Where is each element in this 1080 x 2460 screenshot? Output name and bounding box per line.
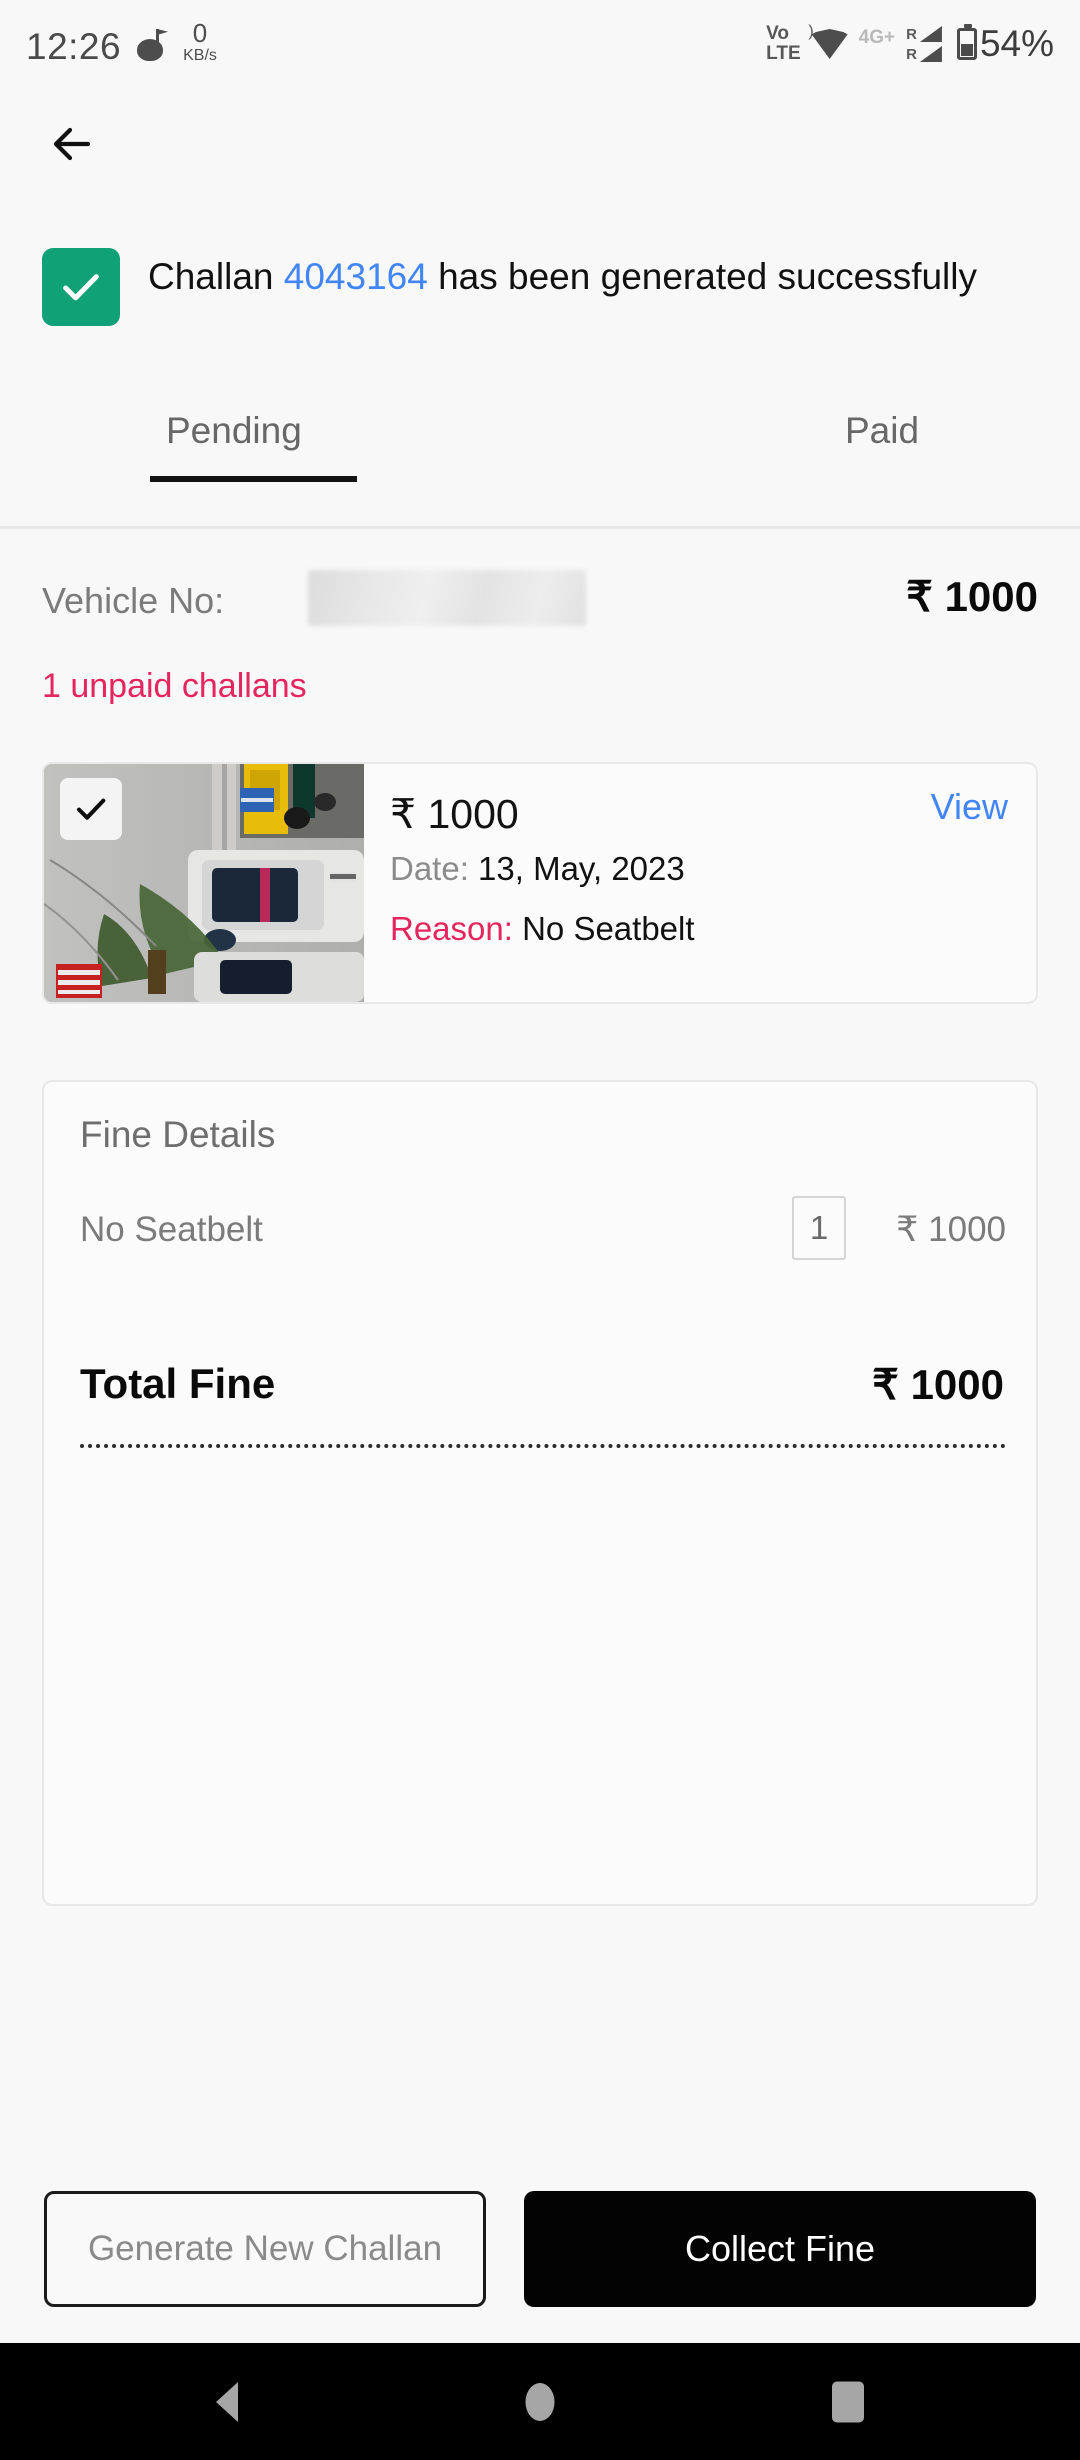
- tab-divider: [0, 526, 1080, 529]
- tab-pending[interactable]: Pending: [166, 410, 302, 452]
- app-screen: 12:26 0 KB/s Vo LTE ) 4G+ R R 54% Challa…: [0, 0, 1080, 2460]
- wifi-icon: [811, 29, 848, 59]
- status-bar-right: Vo LTE ) 4G+ R R 54%: [766, 23, 1054, 65]
- network-type-label: 4G+: [858, 27, 896, 48]
- total-fine-label: Total Fine: [80, 1360, 276, 1407]
- top-app-bar: [0, 96, 1080, 192]
- fine-details-row: No Seatbelt 1 ₹ 1000: [80, 1196, 1006, 1448]
- challan-reason-label: Reason:: [390, 910, 513, 947]
- success-check-box: [42, 248, 120, 326]
- sim1-signal: R: [906, 26, 942, 43]
- nav-recents-icon[interactable]: [832, 2381, 864, 2422]
- fine-details-card: Fine Details No Seatbelt 1 ₹ 1000 Total …: [42, 1080, 1038, 1906]
- fine-details-divider: [80, 1444, 1006, 1448]
- sim1-bars-icon: [919, 26, 942, 42]
- challan-card-info: ₹ 1000 Date: 13, May, 2023 Reason: No Se…: [364, 764, 1036, 1002]
- data-usage-icon: [135, 29, 169, 63]
- fine-item-quantity[interactable]: 1: [792, 1196, 846, 1260]
- challan-date: Date: 13, May, 2023: [390, 850, 1036, 888]
- vehicle-no-redacted: [308, 570, 586, 626]
- sim2-bars-icon: [919, 46, 942, 62]
- tab-bar: Pending Paid: [0, 410, 1080, 528]
- vehicle-no-label: Vehicle No:: [42, 580, 225, 621]
- nav-back-icon[interactable]: [216, 2381, 238, 2422]
- tab-paid[interactable]: Paid: [845, 410, 919, 452]
- view-challan-link[interactable]: View: [931, 786, 1008, 828]
- sim1-roaming-label: R: [906, 25, 917, 43]
- check-icon: [63, 274, 99, 301]
- sim2-signal: R: [906, 46, 942, 63]
- back-button[interactable]: [30, 102, 114, 186]
- success-banner: Challan 4043164 has been generated succe…: [42, 248, 1042, 326]
- battery-icon: [956, 24, 977, 60]
- collect-fine-button[interactable]: Collect Fine: [524, 2191, 1036, 2307]
- challan-number: 4043164: [283, 256, 428, 297]
- volte-bottom-label: LTE: [766, 43, 801, 64]
- status-bar: 12:26 0 KB/s Vo LTE ) 4G+ R R 54%: [0, 0, 1080, 88]
- battery-percent: 54%: [979, 23, 1054, 64]
- status-bar-left: 12:26 0 KB/s: [26, 20, 217, 68]
- arrow-left-icon: [53, 127, 91, 161]
- challan-reason-value: No Seatbelt: [512, 910, 695, 947]
- vehicle-summary-row: Vehicle No: ₹ 1000: [42, 570, 1038, 636]
- success-message: Challan 4043164 has been generated succe…: [148, 248, 977, 326]
- data-speed-unit: KB/s: [183, 47, 217, 64]
- status-clock: 12:26: [26, 26, 122, 67]
- banner-suffix: has been generated successfully: [427, 256, 977, 297]
- vehicle-total-amount: ₹ 1000: [906, 573, 1038, 620]
- check-icon: [76, 798, 106, 820]
- volte-top-label: Vo: [766, 23, 790, 45]
- challan-reason: Reason: No Seatbelt: [390, 910, 1036, 948]
- battery-indicator: 54%: [956, 23, 1054, 65]
- challan-card[interactable]: ₹ 1000 Date: 13, May, 2023 Reason: No Se…: [42, 762, 1038, 1004]
- challan-date-label: Date:: [390, 850, 469, 887]
- sim2-roaming-label: R: [906, 45, 917, 63]
- data-speed-value: 0: [192, 18, 208, 48]
- volte-icon: Vo LTE ): [766, 23, 813, 64]
- fine-item-price: ₹ 1000: [896, 1210, 1006, 1249]
- banner-prefix: Challan: [148, 256, 284, 297]
- data-speed-indicator: 0 KB/s: [183, 20, 217, 64]
- tab-active-indicator: [150, 476, 357, 482]
- system-navigation-bar: [0, 2343, 1080, 2460]
- unpaid-challans-count: 1 unpaid challans: [42, 667, 307, 705]
- total-fine-value: ₹ 1000: [872, 1361, 1004, 1408]
- volte-wave-icon: ): [808, 23, 814, 41]
- fine-item-name: No Seatbelt: [80, 1210, 263, 1249]
- bottom-action-bar: Generate New Challan Collect Fine: [0, 2153, 1080, 2343]
- challan-photo[interactable]: [44, 764, 364, 1002]
- challan-select-checkbox[interactable]: [60, 778, 122, 840]
- fine-details-title: Fine Details: [80, 1114, 276, 1155]
- signal-icons: R R: [906, 26, 942, 63]
- challan-date-value: 13, May, 2023: [468, 850, 685, 887]
- nav-home-icon[interactable]: [525, 2382, 555, 2421]
- generate-new-challan-button[interactable]: Generate New Challan: [44, 2191, 486, 2307]
